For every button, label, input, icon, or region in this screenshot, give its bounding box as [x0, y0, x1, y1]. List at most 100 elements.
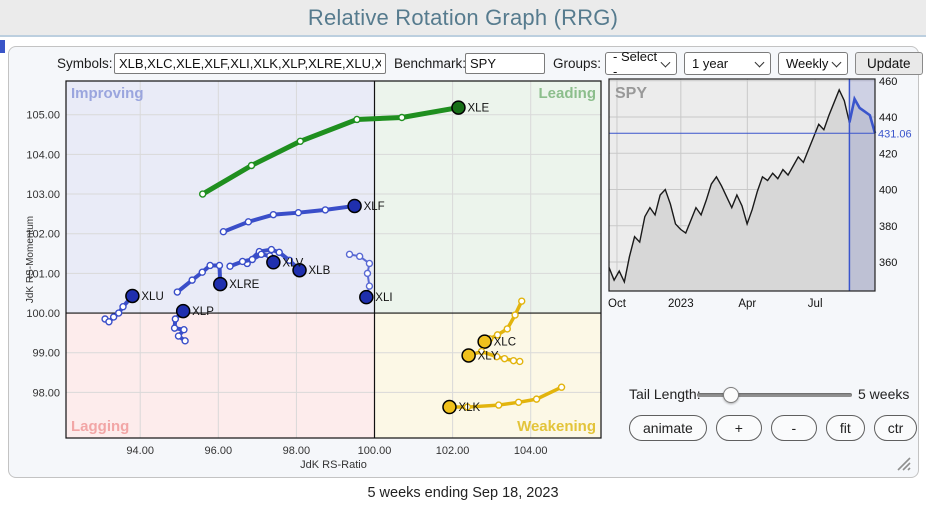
symbols-label: Symbols: — [57, 56, 113, 71]
slider-thumb[interactable] — [723, 387, 739, 403]
spy-title: SPY — [615, 85, 647, 102]
rrg-tail-point — [516, 399, 522, 405]
y-axis-title: JdK RS-Momentum — [25, 216, 36, 303]
rrg-tail-point — [175, 333, 181, 339]
fit-button[interactable]: fit — [826, 415, 865, 441]
x-tick-label: 98.00 — [283, 445, 311, 457]
rrg-tail-point — [174, 289, 180, 295]
x-tick-label: 96.00 — [205, 445, 233, 457]
rrg-tail-point — [347, 251, 353, 257]
rrg-tail-point — [511, 358, 517, 364]
slider-track[interactable] — [697, 393, 852, 397]
rrg-tail-point — [366, 260, 372, 266]
toolbar: Symbols: Benchmark: Groups: - Select - 1… — [9, 51, 918, 75]
symbols-input[interactable] — [114, 53, 386, 74]
rrg-tail-point — [207, 262, 213, 268]
rrg-label-XLE: XLE — [467, 103, 489, 115]
period-select-value: 1 year — [692, 56, 728, 71]
rrg-tail-point — [189, 277, 195, 283]
rrg-tail-point — [116, 310, 122, 316]
rrg-tail-point — [276, 249, 282, 255]
rrg-head-XLV[interactable] — [267, 256, 280, 269]
update-button[interactable]: Update — [855, 52, 923, 75]
x-tick-label: 100.00 — [358, 445, 392, 457]
spy-chart[interactable]: 360380400420440460431.06Oct2023AprJulSPY — [601, 73, 919, 318]
benchmark-input[interactable] — [465, 53, 545, 74]
rrg-label-XLP: XLP — [192, 306, 214, 318]
rrg-tail-point — [357, 253, 363, 259]
rrg-tail-point — [366, 283, 372, 289]
rrg-head-XLY[interactable] — [462, 349, 475, 362]
rrg-head-XLF[interactable] — [348, 199, 361, 212]
rrg-tail-point — [182, 338, 188, 344]
rrg-tail-point — [181, 327, 187, 333]
rrg-tail-point — [172, 325, 178, 331]
rrg-label-XLF: XLF — [364, 201, 385, 213]
rrg-tail-point — [496, 402, 502, 408]
spy-svg: 360380400420440460431.06Oct2023AprJulSPY — [601, 73, 919, 318]
rrg-tail-point — [248, 162, 254, 168]
rrg-tail-point — [249, 257, 255, 263]
frequency-select[interactable]: Weekly — [778, 52, 848, 75]
rrg-tail-point — [519, 298, 525, 304]
rrg-head-XLI[interactable] — [360, 291, 373, 304]
zoom-in-button[interactable]: + — [716, 415, 762, 441]
rrg-head-XLK[interactable] — [443, 401, 456, 414]
rrg-tail-point — [216, 262, 222, 268]
rrg-tail-point — [297, 138, 303, 144]
spy-x-label: Jul — [808, 298, 823, 310]
spy-y-tick-label: 400 — [879, 185, 897, 197]
rrg-head-XLE[interactable] — [452, 101, 465, 114]
rrg-tail-point — [200, 191, 206, 197]
groups-select[interactable]: - Select - — [605, 52, 677, 75]
y-tick-label: 99.00 — [32, 348, 60, 360]
rrg-tail-point — [504, 326, 510, 332]
rrg-label-XLB: XLB — [309, 265, 331, 277]
rrg-label-XLU: XLU — [141, 291, 163, 303]
rrg-tail-point — [534, 396, 540, 402]
left-edge-accent — [0, 40, 5, 53]
rrg-tail-point — [106, 319, 112, 325]
chevron-down-icon — [832, 57, 842, 67]
y-tick-label: 103.00 — [26, 189, 60, 201]
zoom-out-button[interactable]: - — [771, 415, 817, 441]
spy-x-label: Apr — [738, 298, 756, 310]
rrg-tail-point — [512, 312, 518, 318]
rrg-tail-point — [220, 229, 226, 235]
rrg-head-XLC[interactable] — [478, 335, 491, 348]
rrg-tail-point — [354, 116, 360, 122]
rrg-tail-point — [227, 263, 233, 269]
center-button[interactable]: ctr — [874, 415, 918, 441]
spy-y-tick-label: 460 — [879, 76, 897, 88]
page-title: Relative Rotation Graph (RRG) — [0, 0, 926, 36]
tail-length-slider[interactable] — [697, 387, 852, 403]
frequency-select-value: Weekly — [786, 56, 828, 71]
footer-caption: 5 weeks ending Sep 18, 2023 — [0, 485, 926, 501]
rrg-tail-point — [268, 247, 274, 253]
rrg-head-XLU[interactable] — [126, 289, 139, 302]
rrg-tail-point — [364, 270, 370, 276]
quadrant-label-weakening: Weakening — [517, 418, 596, 435]
rrg-tail-point — [199, 269, 205, 275]
rrg-svg: ImprovingLeadingLaggingWeakening94.0096.… — [19, 73, 619, 497]
spy-y-tick-label: 380 — [879, 221, 897, 233]
rrg-tail-point — [559, 384, 565, 390]
rrg-tail-point — [258, 251, 264, 257]
spy-y-tick-label: 420 — [879, 148, 897, 160]
benchmark-label: Benchmark: — [394, 56, 466, 71]
rrg-tail-point — [240, 258, 246, 264]
rrg-head-XLP[interactable] — [177, 305, 190, 318]
animate-button[interactable]: animate — [629, 415, 707, 441]
spy-y-tick-label: 360 — [879, 257, 897, 269]
quadrant-label-leading: Leading — [538, 85, 596, 102]
rrg-tail-point — [502, 356, 508, 362]
rrg-tail-point — [120, 304, 126, 310]
y-tick-label: 104.00 — [26, 149, 60, 161]
rrg-chart[interactable]: ImprovingLeadingLaggingWeakening94.0096.… — [19, 73, 619, 497]
rrg-tail-point — [245, 219, 251, 225]
rrg-head-XLRE[interactable] — [214, 278, 227, 291]
period-select[interactable]: 1 year — [684, 52, 771, 75]
rrg-tail-point — [517, 358, 523, 364]
resize-handle-icon[interactable] — [895, 455, 911, 471]
x-tick-label: 102.00 — [436, 445, 470, 457]
